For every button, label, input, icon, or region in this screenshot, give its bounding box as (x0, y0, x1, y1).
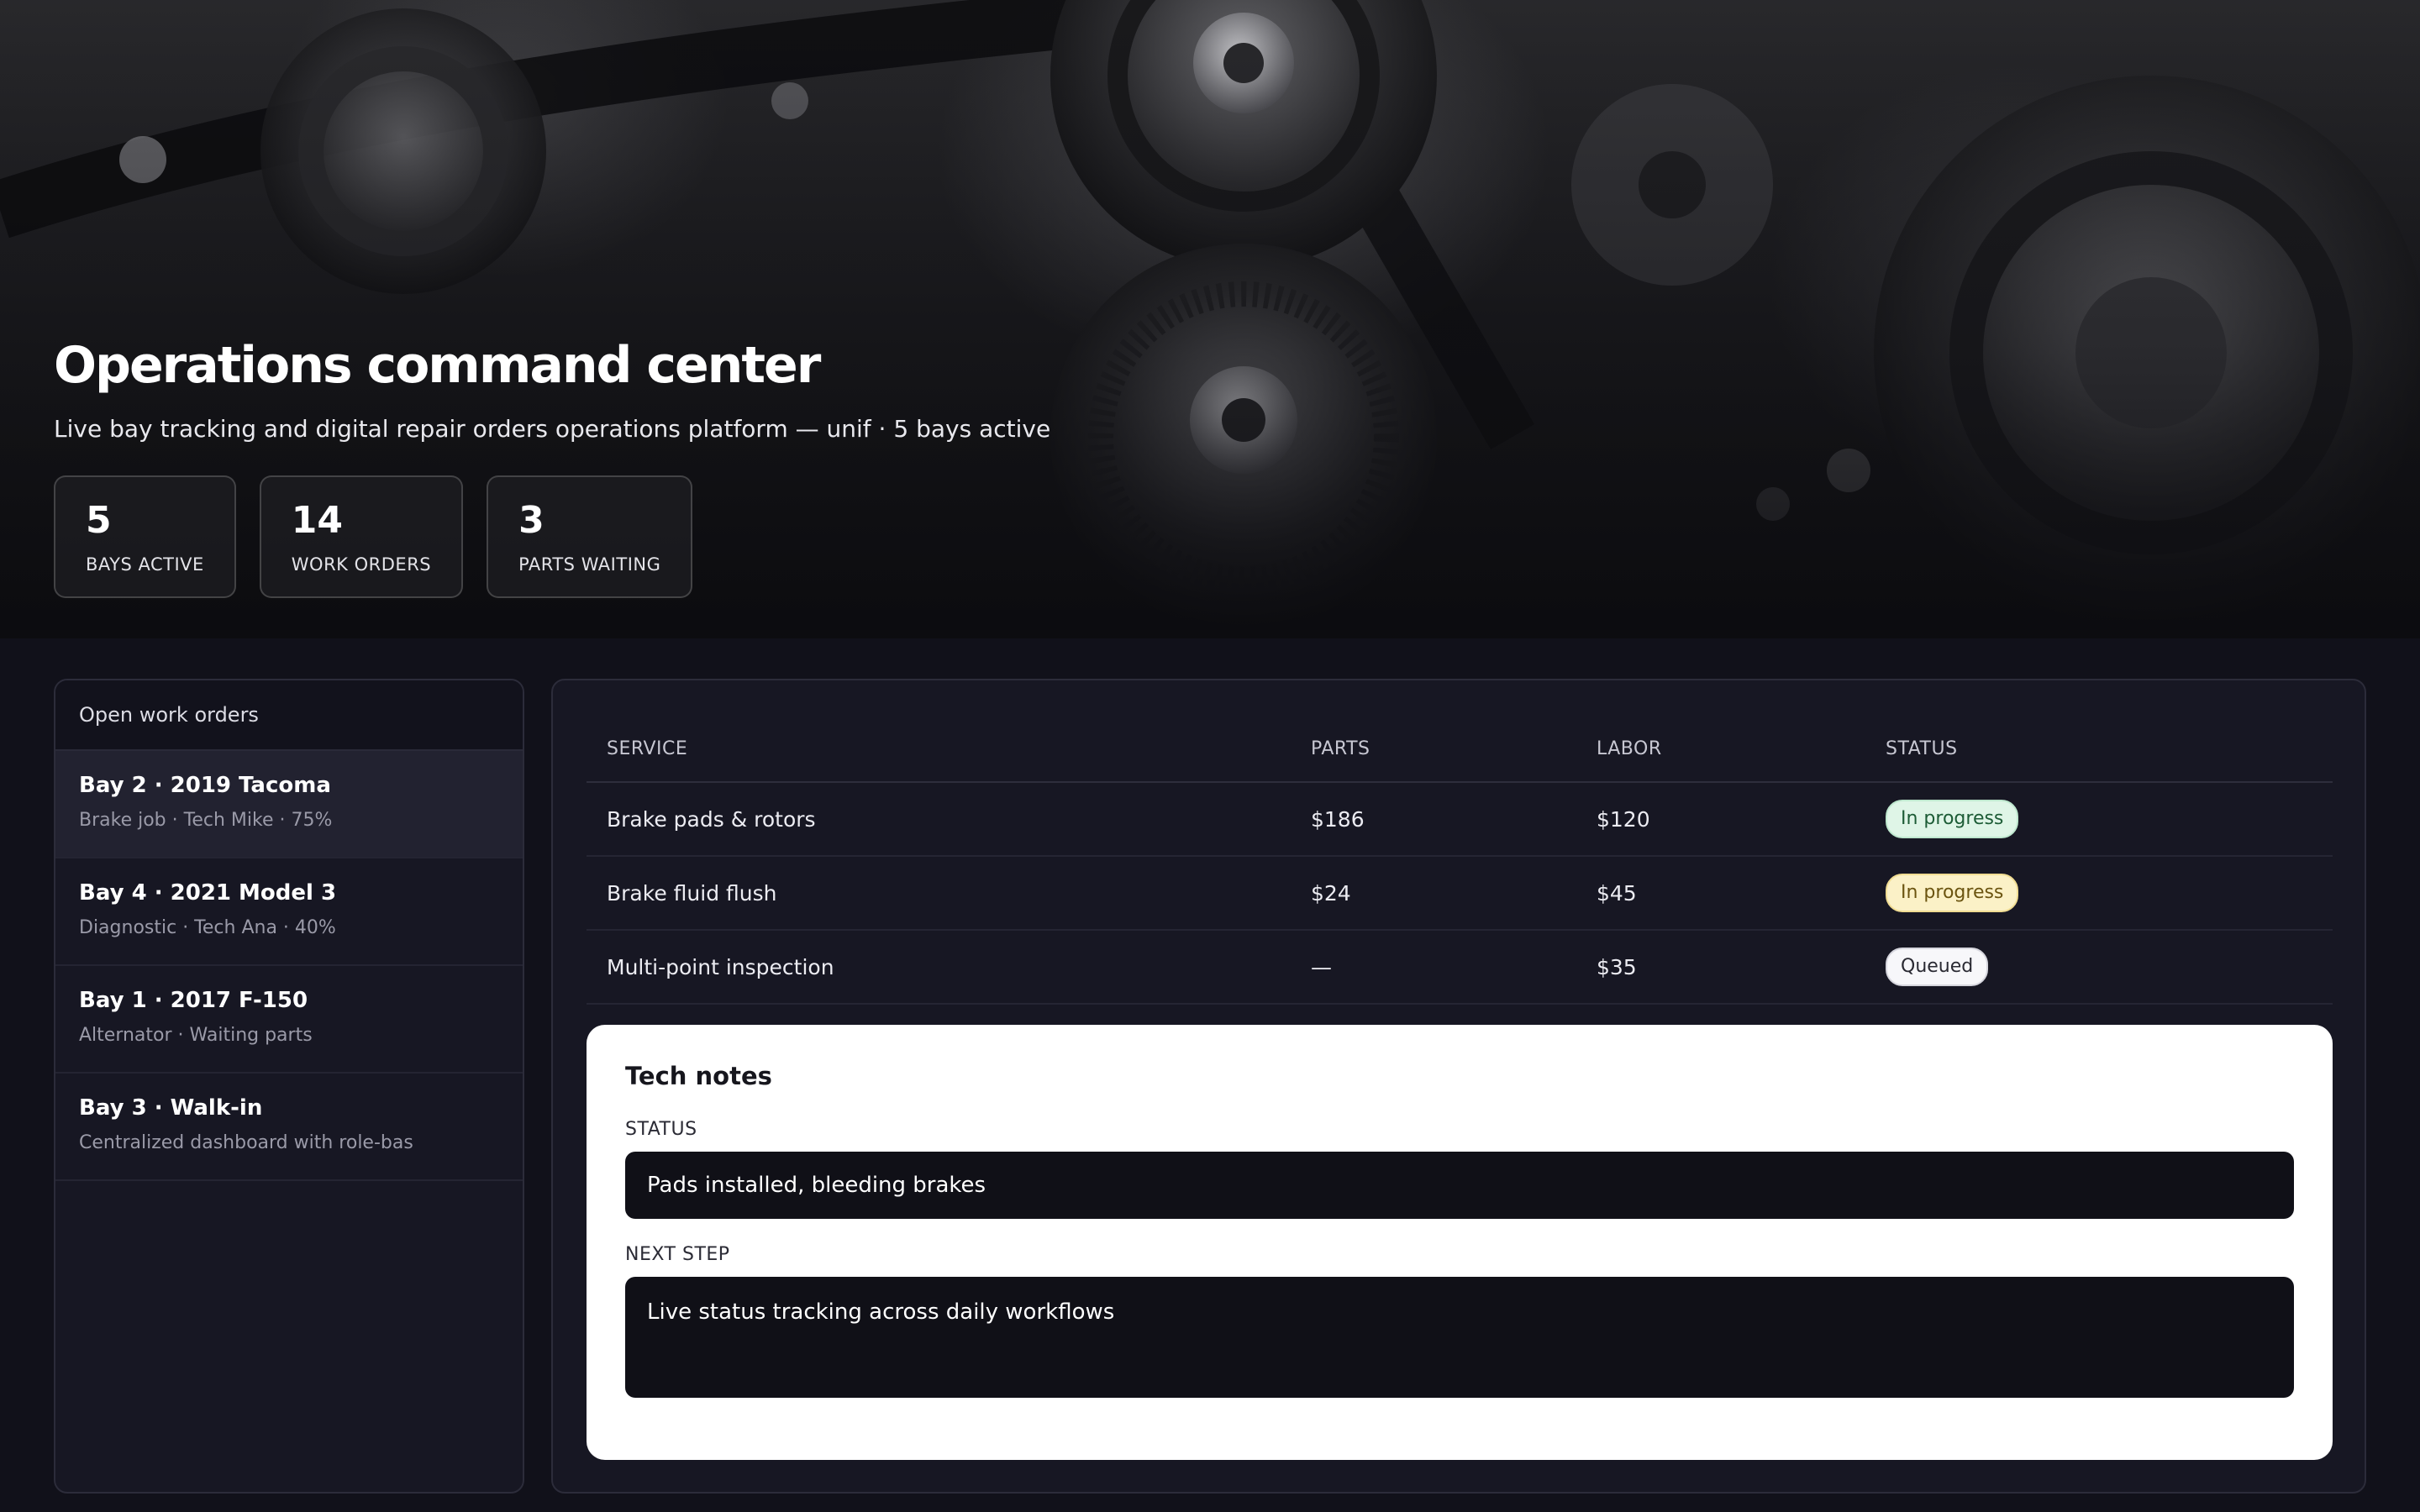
parts-cell: $186 (1311, 806, 1365, 832)
work-order-item-bay-4[interactable]: Bay 4 · 2021 Model 3 Diagnostic · Tech A… (55, 858, 523, 966)
table-row[interactable]: Brake pads & rotors $186 $120 In progres… (587, 783, 2333, 857)
tech-notes-title: Tech notes (625, 1062, 772, 1090)
work-orders-panel: Open work orders Bay 2 · 2019 Tacoma Bra… (54, 679, 524, 1494)
tech-notes-card: Tech notes STATUS NEXT STEP Live status … (587, 1025, 2333, 1460)
status-badge: In progress (1886, 800, 2019, 838)
table-row[interactable]: Brake fluid flush $24 $45 In progress (587, 857, 2333, 931)
status-field-label: STATUS (625, 1119, 697, 1140)
work-order-item-bay-3[interactable]: Bay 3 · Walk-in Centralized dashboard wi… (55, 1074, 523, 1181)
work-order-item-bay-1[interactable]: Bay 1 · 2017 F-150 Alternator · Waiting … (55, 966, 523, 1074)
stat-value: 14 (291, 499, 344, 542)
column-header-labor: LABOR (1597, 738, 1662, 759)
stat-value: 5 (86, 499, 112, 542)
column-header-parts: PARTS (1311, 738, 1370, 759)
services-table: SERVICE PARTS LABOR STATUS Brake pads & … (587, 716, 2333, 1005)
work-order-meta: Diagnostic · Tech Ana · 40% (79, 917, 336, 938)
service-cell: Brake fluid flush (607, 880, 777, 906)
work-order-meta: Brake job · Tech Mike · 75% (79, 810, 333, 831)
service-cell: Brake pads & rotors (607, 806, 816, 832)
work-order-title: Bay 3 · Walk-in (79, 1095, 263, 1121)
column-header-status: STATUS (1886, 738, 1958, 759)
parts-cell: $24 (1311, 880, 1351, 906)
work-order-meta: Alternator · Waiting parts (79, 1025, 313, 1046)
repair-order-detail-panel: SERVICE PARTS LABOR STATUS Brake pads & … (551, 679, 2366, 1494)
status-cell: In progress (1865, 800, 2333, 838)
stat-value: 3 (518, 499, 544, 542)
status-badge: Queued (1886, 948, 1989, 986)
table-header-row: SERVICE PARTS LABOR STATUS (587, 716, 2333, 783)
stat-card-parts-waiting: 3 Parts waiting (487, 475, 693, 598)
status-cell: Queued (1865, 948, 2333, 986)
service-cell: Multi-point inspection (607, 954, 834, 979)
table-row[interactable]: Multi-point inspection — $35 Queued (587, 931, 2333, 1005)
labor-cell: $120 (1597, 806, 1650, 832)
stat-label: Parts waiting (518, 554, 661, 575)
stats-row: 5 Bays active 14 Work orders 3 Parts wai… (54, 475, 693, 598)
work-order-meta: Centralized dashboard with role-bas (79, 1132, 413, 1153)
work-order-title: Bay 1 · 2017 F-150 (79, 988, 308, 1013)
stat-card-work-orders: 14 Work orders (259, 475, 464, 598)
work-order-title: Bay 4 · 2021 Model 3 (79, 880, 337, 906)
work-order-item-bay-2[interactable]: Bay 2 · 2019 Tacoma Brake job · Tech Mik… (55, 751, 523, 858)
labor-cell: $45 (1597, 880, 1637, 906)
status-cell: In progress (1865, 874, 2333, 912)
stat-label: Work orders (291, 554, 432, 575)
work-order-title: Bay 2 · 2019 Tacoma (79, 773, 331, 798)
status-badge: In progress (1886, 874, 2019, 912)
page-subtitle: Live bay tracking and digital repair ord… (54, 415, 1051, 443)
labor-cell: $35 (1597, 954, 1637, 979)
next-step-textarea[interactable]: Live status tracking across daily workfl… (625, 1277, 2294, 1398)
work-orders-header: Open work orders (55, 680, 523, 751)
column-header-service: SERVICE (607, 738, 688, 759)
parts-cell: — (1311, 954, 1332, 979)
stat-label: Bays active (86, 554, 204, 575)
hero-banner: Operations command center Live bay track… (0, 0, 2420, 638)
stat-card-bays-active: 5 Bays active (54, 475, 236, 598)
status-input[interactable] (625, 1152, 2294, 1219)
page-title: Operations command center (54, 336, 821, 395)
next-step-field-label: NEXT STEP (625, 1244, 730, 1265)
